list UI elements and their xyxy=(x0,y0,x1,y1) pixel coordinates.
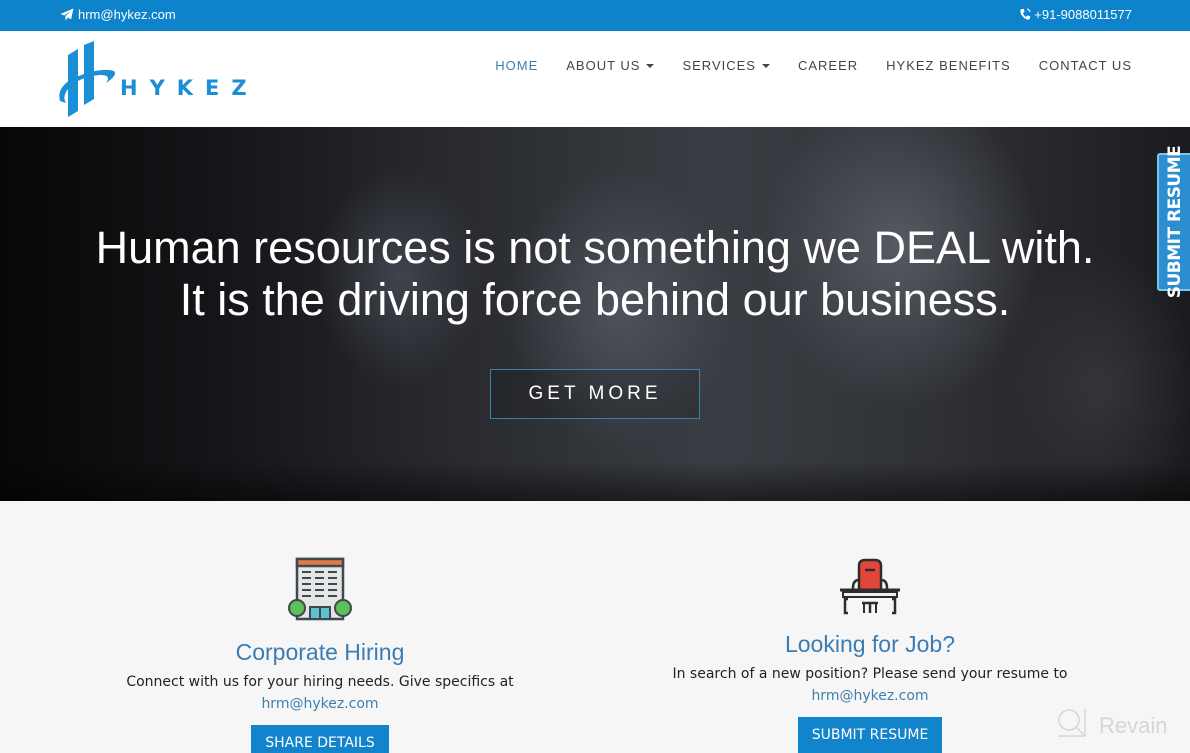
hero-headline: Human resources is not something we DEAL… xyxy=(0,222,1190,326)
revain-label: Revain xyxy=(1099,713,1168,738)
main-nav: HOME ABOUT US SERVICES CAREER HYKEZ BENE… xyxy=(481,58,1132,73)
top-contact-bar: hrm@hykez.com +91-9088011577 xyxy=(0,0,1190,31)
card-title: Looking for Job? xyxy=(784,631,956,657)
nav-home-label: HOME xyxy=(495,58,539,73)
corporate-hiring-card: Corporate Hiring Connect with us for you… xyxy=(120,501,520,753)
logo-text: HYKEZ xyxy=(120,76,259,100)
main-navbar: HYKEZ HOME ABOUT US SERVICES CAREER HYKE… xyxy=(0,31,1190,127)
nav-home[interactable]: HOME xyxy=(481,58,552,73)
logo[interactable]: HYKEZ xyxy=(56,40,266,122)
office-chair-desk-icon xyxy=(670,558,1070,616)
card-description: Connect with us for your hiring needs. G… xyxy=(126,674,514,690)
nav-services[interactable]: SERVICES xyxy=(668,58,784,73)
share-details-button[interactable]: SHARE DETAILS xyxy=(251,725,389,753)
revain-watermark: Revain xyxy=(1055,706,1167,746)
topbar-phone[interactable]: +91-9088011577 xyxy=(1019,7,1132,22)
submit-resume-side-tab[interactable]: SUBMIT RESUME xyxy=(1157,146,1190,298)
topbar-email-text[interactable]: hrm@hykez.com xyxy=(78,7,176,22)
caret-down-icon xyxy=(761,63,770,68)
phone-icon xyxy=(1019,8,1031,21)
caret-down-icon xyxy=(646,63,655,68)
card-description: In search of a new position? Please send… xyxy=(672,666,1068,682)
services-cards-section: Corporate Hiring Connect with us for you… xyxy=(0,501,1190,753)
get-more-button[interactable]: GET MORE xyxy=(490,369,700,419)
submit-resume-side-tab-label: SUBMIT RESUME xyxy=(1164,145,1185,299)
nav-career-label: CAREER xyxy=(797,58,859,73)
nav-hykez-benefits[interactable]: HYKEZ BENEFITS xyxy=(872,58,1025,73)
nav-about-us[interactable]: ABOUT US xyxy=(552,58,668,73)
nav-hykez-benefits-label: HYKEZ BENEFITS xyxy=(886,58,1011,73)
revain-logo-icon xyxy=(1055,706,1089,746)
card-title: Corporate Hiring xyxy=(235,639,405,665)
hero-headline-line1: Human resources is not something we DEAL… xyxy=(95,222,1095,273)
topbar-phone-text[interactable]: +91-9088011577 xyxy=(1034,7,1132,22)
card-email-link[interactable]: hrm@hykez.com xyxy=(811,688,928,704)
paper-plane-icon xyxy=(60,8,74,21)
hero-headline-line2: It is the driving force behind our busin… xyxy=(179,274,1011,325)
nav-services-label: SERVICES xyxy=(682,58,756,73)
office-building-icon xyxy=(120,556,520,622)
nav-career[interactable]: CAREER xyxy=(784,58,872,73)
hero-banner: Human resources is not something we DEAL… xyxy=(0,127,1190,501)
nav-about-us-label: ABOUT US xyxy=(566,58,641,73)
nav-contact-us[interactable]: CONTACT US xyxy=(1025,58,1132,73)
nav-contact-us-label: CONTACT US xyxy=(1038,58,1132,73)
card-email-link[interactable]: hrm@hykez.com xyxy=(261,696,378,712)
submit-resume-button[interactable]: SUBMIT RESUME xyxy=(797,717,943,753)
logo-mark-icon xyxy=(56,40,116,122)
looking-for-job-card: Looking for Job? In search of a new posi… xyxy=(670,501,1070,753)
topbar-email[interactable]: hrm@hykez.com xyxy=(60,7,176,22)
